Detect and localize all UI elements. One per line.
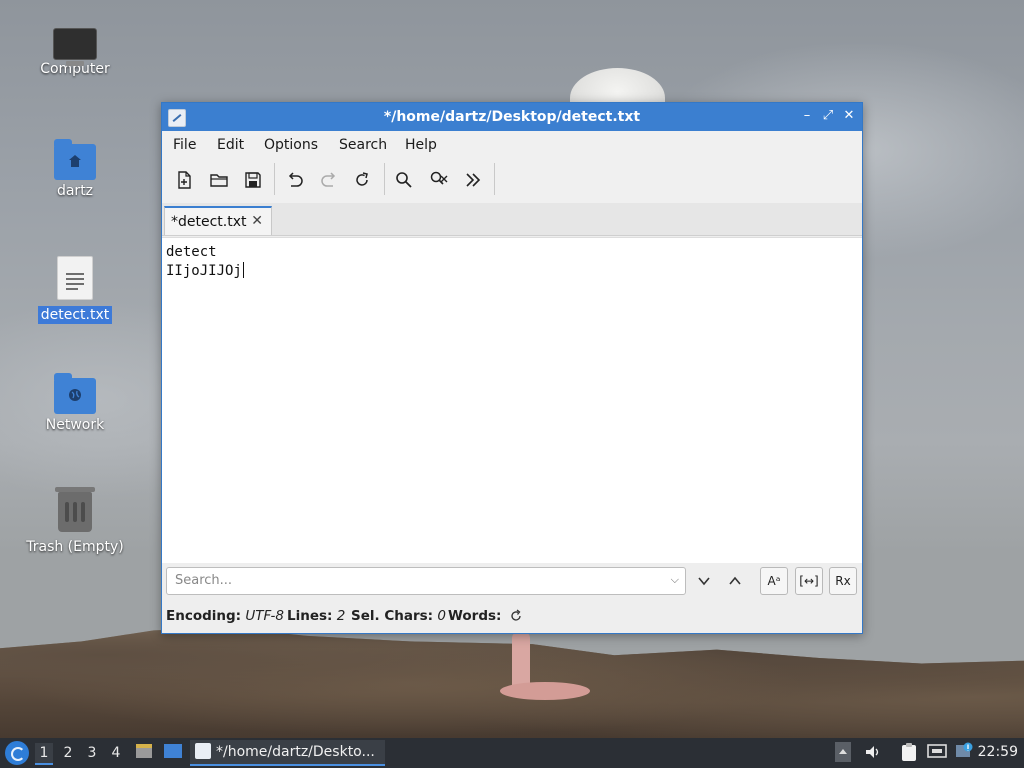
desktop-icon-network[interactable]: Network xyxy=(20,373,130,434)
editor-line-2: IIjoJIJOj xyxy=(166,262,244,279)
clipboard-icon[interactable] xyxy=(900,742,918,762)
reload-icon[interactable] xyxy=(349,167,375,193)
start-menu-icon[interactable] xyxy=(5,741,29,765)
editor-line: detect xyxy=(166,244,217,260)
undo-icon[interactable] xyxy=(282,167,308,193)
editor-window: */home/dartz/Desktop/detect.txt – ⤢ ✕ Fi… xyxy=(161,102,863,634)
workspace-3[interactable]: 3 xyxy=(83,743,101,763)
save-icon[interactable] xyxy=(240,167,266,193)
network-folder-icon xyxy=(54,373,96,414)
home-folder-icon xyxy=(54,139,96,180)
desktop-icon-dartz[interactable]: dartz xyxy=(20,139,130,200)
go-to-line-icon[interactable] xyxy=(460,167,486,193)
text-editor[interactable]: detect IIjoJIJOj xyxy=(162,237,862,563)
selected-chars-status: Sel. Chars: 0 xyxy=(351,608,446,624)
status-bar: Encoding: UTF-8 Lines: 2 Sel. Chars: 0 W… xyxy=(162,602,862,632)
window-title: */home/dartz/Desktop/detect.txt xyxy=(383,109,641,125)
taskbar: 1 2 3 4 */home/dartz/Deskto... 22:59 xyxy=(0,738,1024,768)
toolbar xyxy=(162,159,862,203)
close-button[interactable]: ✕ xyxy=(840,107,858,125)
menu-help[interactable]: Help xyxy=(405,137,437,153)
desktop-icon-label: dartz xyxy=(56,183,94,199)
menu-bar: File Edit Options Search Help xyxy=(162,131,862,159)
tray-arrow-icon[interactable] xyxy=(835,742,851,762)
encoding-status: Encoding: UTF-8 xyxy=(166,608,284,624)
app-icon xyxy=(195,743,211,759)
words-status: Words: xyxy=(448,608,502,624)
desktop-icon-label: Network xyxy=(45,417,105,433)
menu-file[interactable]: File xyxy=(173,137,196,153)
lines-status: Lines: 2 xyxy=(287,608,346,624)
redo-icon[interactable] xyxy=(316,167,342,193)
title-bar[interactable]: */home/dartz/Desktop/detect.txt – ⤢ ✕ xyxy=(162,103,862,131)
text-file-icon xyxy=(57,256,93,300)
menu-options[interactable]: Options xyxy=(264,137,318,153)
show-desktop-icon[interactable] xyxy=(163,743,183,759)
find-previous-button[interactable] xyxy=(722,568,748,594)
search-history-dropdown-icon[interactable]: ⌵ xyxy=(671,573,679,587)
desktop-icon-trash[interactable]: Trash (Empty) xyxy=(20,487,130,556)
file-manager-icon[interactable] xyxy=(135,742,153,760)
menu-edit[interactable]: Edit xyxy=(217,137,244,153)
maximize-button[interactable]: ⤢ xyxy=(819,107,837,125)
open-folder-icon[interactable] xyxy=(206,167,232,193)
whole-word-button[interactable]: [↔] xyxy=(795,567,823,595)
match-case-button[interactable]: Aᵃ xyxy=(760,567,788,595)
search-field[interactable]: ⌵ xyxy=(166,567,686,595)
tab-bar: *detect.txt ✕ xyxy=(162,203,862,236)
desktop-icon-label: Trash (Empty) xyxy=(26,539,124,555)
workspace-2[interactable]: 2 xyxy=(59,743,77,763)
new-document-icon[interactable] xyxy=(172,167,198,193)
workspace-4[interactable]: 4 xyxy=(107,743,125,763)
find-icon[interactable] xyxy=(391,167,417,193)
replace-icon[interactable] xyxy=(426,167,452,193)
update-notifier-icon[interactable] xyxy=(955,742,973,760)
search-input[interactable] xyxy=(173,572,657,589)
network-icon[interactable] xyxy=(927,743,947,761)
desktop-icon-computer[interactable]: Computer xyxy=(20,22,130,78)
bird-foot xyxy=(500,682,590,700)
tab-detect-txt[interactable]: *detect.txt ✕ xyxy=(164,206,272,235)
tab-label: *detect.txt xyxy=(171,214,247,230)
tab-close-icon[interactable]: ✕ xyxy=(251,213,263,229)
menu-search[interactable]: Search xyxy=(339,137,387,153)
desktop-icon-label: detect.txt xyxy=(37,306,113,324)
volume-icon[interactable] xyxy=(864,743,882,761)
computer-icon xyxy=(53,28,97,66)
minimize-button[interactable]: – xyxy=(798,107,816,125)
find-next-button[interactable] xyxy=(691,568,717,594)
search-bar: ⌵ Aᵃ [↔] Rx xyxy=(162,564,862,600)
refresh-word-count-icon[interactable] xyxy=(509,609,523,627)
clock[interactable]: 22:59 xyxy=(978,744,1018,760)
text-caret xyxy=(242,262,244,278)
regex-button[interactable]: Rx xyxy=(829,567,857,595)
desktop-icon-detect-txt[interactable]: detect.txt xyxy=(20,256,130,324)
taskbar-window-button[interactable]: */home/dartz/Deskto... xyxy=(190,740,385,766)
trash-icon xyxy=(55,487,95,532)
taskbar-window-label: */home/dartz/Deskto... xyxy=(216,744,375,760)
workspace-1[interactable]: 1 xyxy=(35,743,53,765)
